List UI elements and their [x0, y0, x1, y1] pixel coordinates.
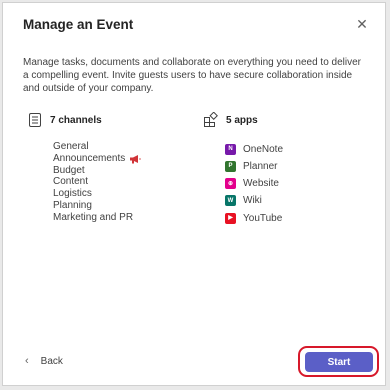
dialog-title: Manage an Event	[23, 17, 134, 32]
list-item: Marketing and PR	[53, 211, 134, 223]
list-item: P Planner	[225, 160, 283, 172]
list-item: Announcements	[53, 153, 142, 165]
chevron-left-icon: ‹	[25, 355, 29, 367]
list-item: Budget	[53, 164, 85, 176]
apps-heading-label: 5 apps	[226, 114, 258, 126]
list-item: Content	[53, 176, 89, 188]
manage-event-dialog: Manage an Event ✕ Manage tasks, document…	[2, 2, 386, 386]
list-item: ▶ YouTube	[225, 212, 283, 224]
channels-heading: 7 channels	[27, 112, 102, 128]
onenote-icon: N	[225, 143, 236, 155]
channels-heading-label: 7 channels	[50, 114, 102, 126]
channel-list: General Announcements Budget Content Log…	[53, 141, 142, 224]
back-button[interactable]: ‹ Back	[25, 355, 63, 367]
channels-icon	[29, 113, 41, 127]
planner-icon: P	[225, 160, 236, 172]
apps-heading: 5 apps	[203, 112, 258, 128]
list-item: Logistics	[53, 188, 92, 200]
list-item: N OneNote	[225, 143, 283, 155]
website-icon: ⊕	[225, 178, 236, 190]
wiki-icon: W	[225, 195, 236, 207]
youtube-icon: ▶	[225, 212, 236, 224]
close-icon[interactable]: ✕	[353, 15, 371, 33]
dialog-description: Manage tasks, documents and collaborate …	[23, 57, 361, 94]
start-label: Start	[327, 356, 351, 368]
back-label: Back	[40, 355, 63, 367]
apps-icon	[204, 112, 218, 127]
list-item: Planning	[53, 199, 92, 211]
start-button[interactable]: Start	[305, 352, 373, 372]
app-list: N OneNote P Planner ⊕ Website W Wiki ▶ Y…	[225, 143, 283, 229]
megaphone-icon	[130, 154, 142, 164]
list-item: General	[53, 141, 89, 152]
list-item: ⊕ Website	[225, 178, 283, 190]
list-item: W Wiki	[225, 195, 283, 207]
